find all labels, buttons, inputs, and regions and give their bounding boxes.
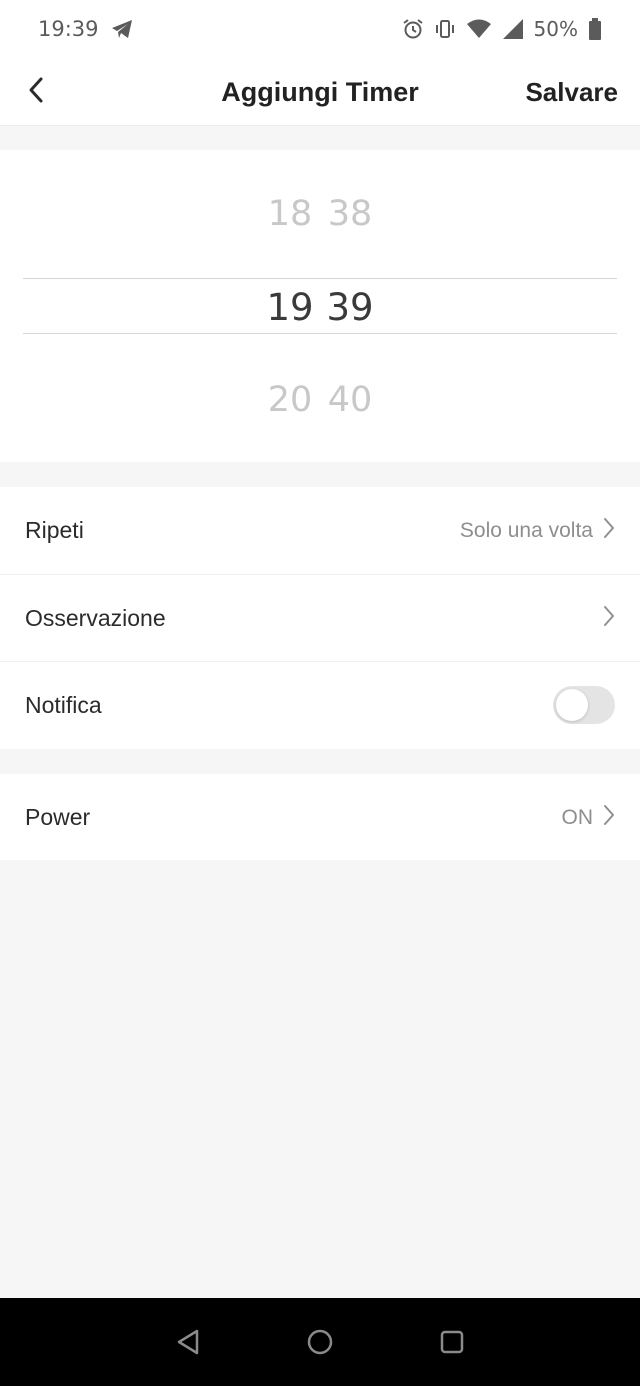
- signal-icon: [502, 18, 524, 40]
- power-value: ON: [561, 805, 594, 829]
- picker-minute: 38: [327, 194, 373, 234]
- picker-minute-selected: 39: [326, 285, 374, 329]
- battery-percentage: 50%: [533, 17, 578, 41]
- alarm-icon: [402, 18, 424, 40]
- picker-hour-selected: 19: [266, 285, 314, 329]
- chevron-left-icon: [26, 76, 46, 109]
- power-row[interactable]: Power ON: [0, 774, 640, 861]
- chevron-right-icon: [603, 804, 615, 831]
- recents-square-icon[interactable]: [439, 1329, 465, 1355]
- picker-row-previous[interactable]: 18 38: [0, 184, 640, 244]
- notification-label: Notifica: [25, 691, 102, 718]
- note-label: Osservazione: [25, 604, 166, 631]
- notification-row: Notifica: [0, 661, 640, 748]
- battery-icon: [588, 17, 602, 41]
- settings-group-power: Power ON: [0, 774, 640, 860]
- chevron-right-icon: [603, 605, 615, 632]
- status-time: 19:39: [38, 17, 99, 41]
- repeat-value: Solo una volta: [459, 518, 593, 542]
- settings-group: Ripeti Solo una volta Osservazione Notif…: [0, 487, 640, 749]
- picker-row-selected[interactable]: 19 39: [0, 277, 640, 337]
- picker-hour: 18: [267, 194, 313, 234]
- wifi-icon: [466, 18, 492, 40]
- vibrate-icon: [434, 18, 456, 40]
- status-bar: 19:39 50%: [0, 0, 640, 58]
- picker-row-next[interactable]: 20 40: [0, 370, 640, 430]
- navigation-bar: [0, 1298, 640, 1386]
- picker-hour: 20: [267, 380, 313, 420]
- back-triangle-icon[interactable]: [175, 1329, 201, 1355]
- repeat-row[interactable]: Ripeti Solo una volta: [0, 487, 640, 574]
- chevron-right-icon: [603, 517, 615, 544]
- notification-toggle[interactable]: [553, 686, 615, 724]
- repeat-label: Ripeti: [25, 517, 84, 543]
- save-button[interactable]: Salvare: [525, 58, 618, 126]
- power-label: Power: [25, 804, 91, 830]
- toggle-knob: [556, 689, 588, 721]
- telegram-icon: [111, 19, 133, 39]
- time-picker[interactable]: 18 38 19 39 20 40: [0, 150, 640, 462]
- header: Aggiungi Timer Salvare: [0, 58, 640, 126]
- picker-minute: 40: [327, 380, 373, 420]
- home-circle-icon[interactable]: [307, 1329, 333, 1355]
- picker-selection-line-bottom: [23, 333, 617, 334]
- note-row[interactable]: Osservazione: [0, 574, 640, 661]
- back-button[interactable]: [14, 70, 58, 114]
